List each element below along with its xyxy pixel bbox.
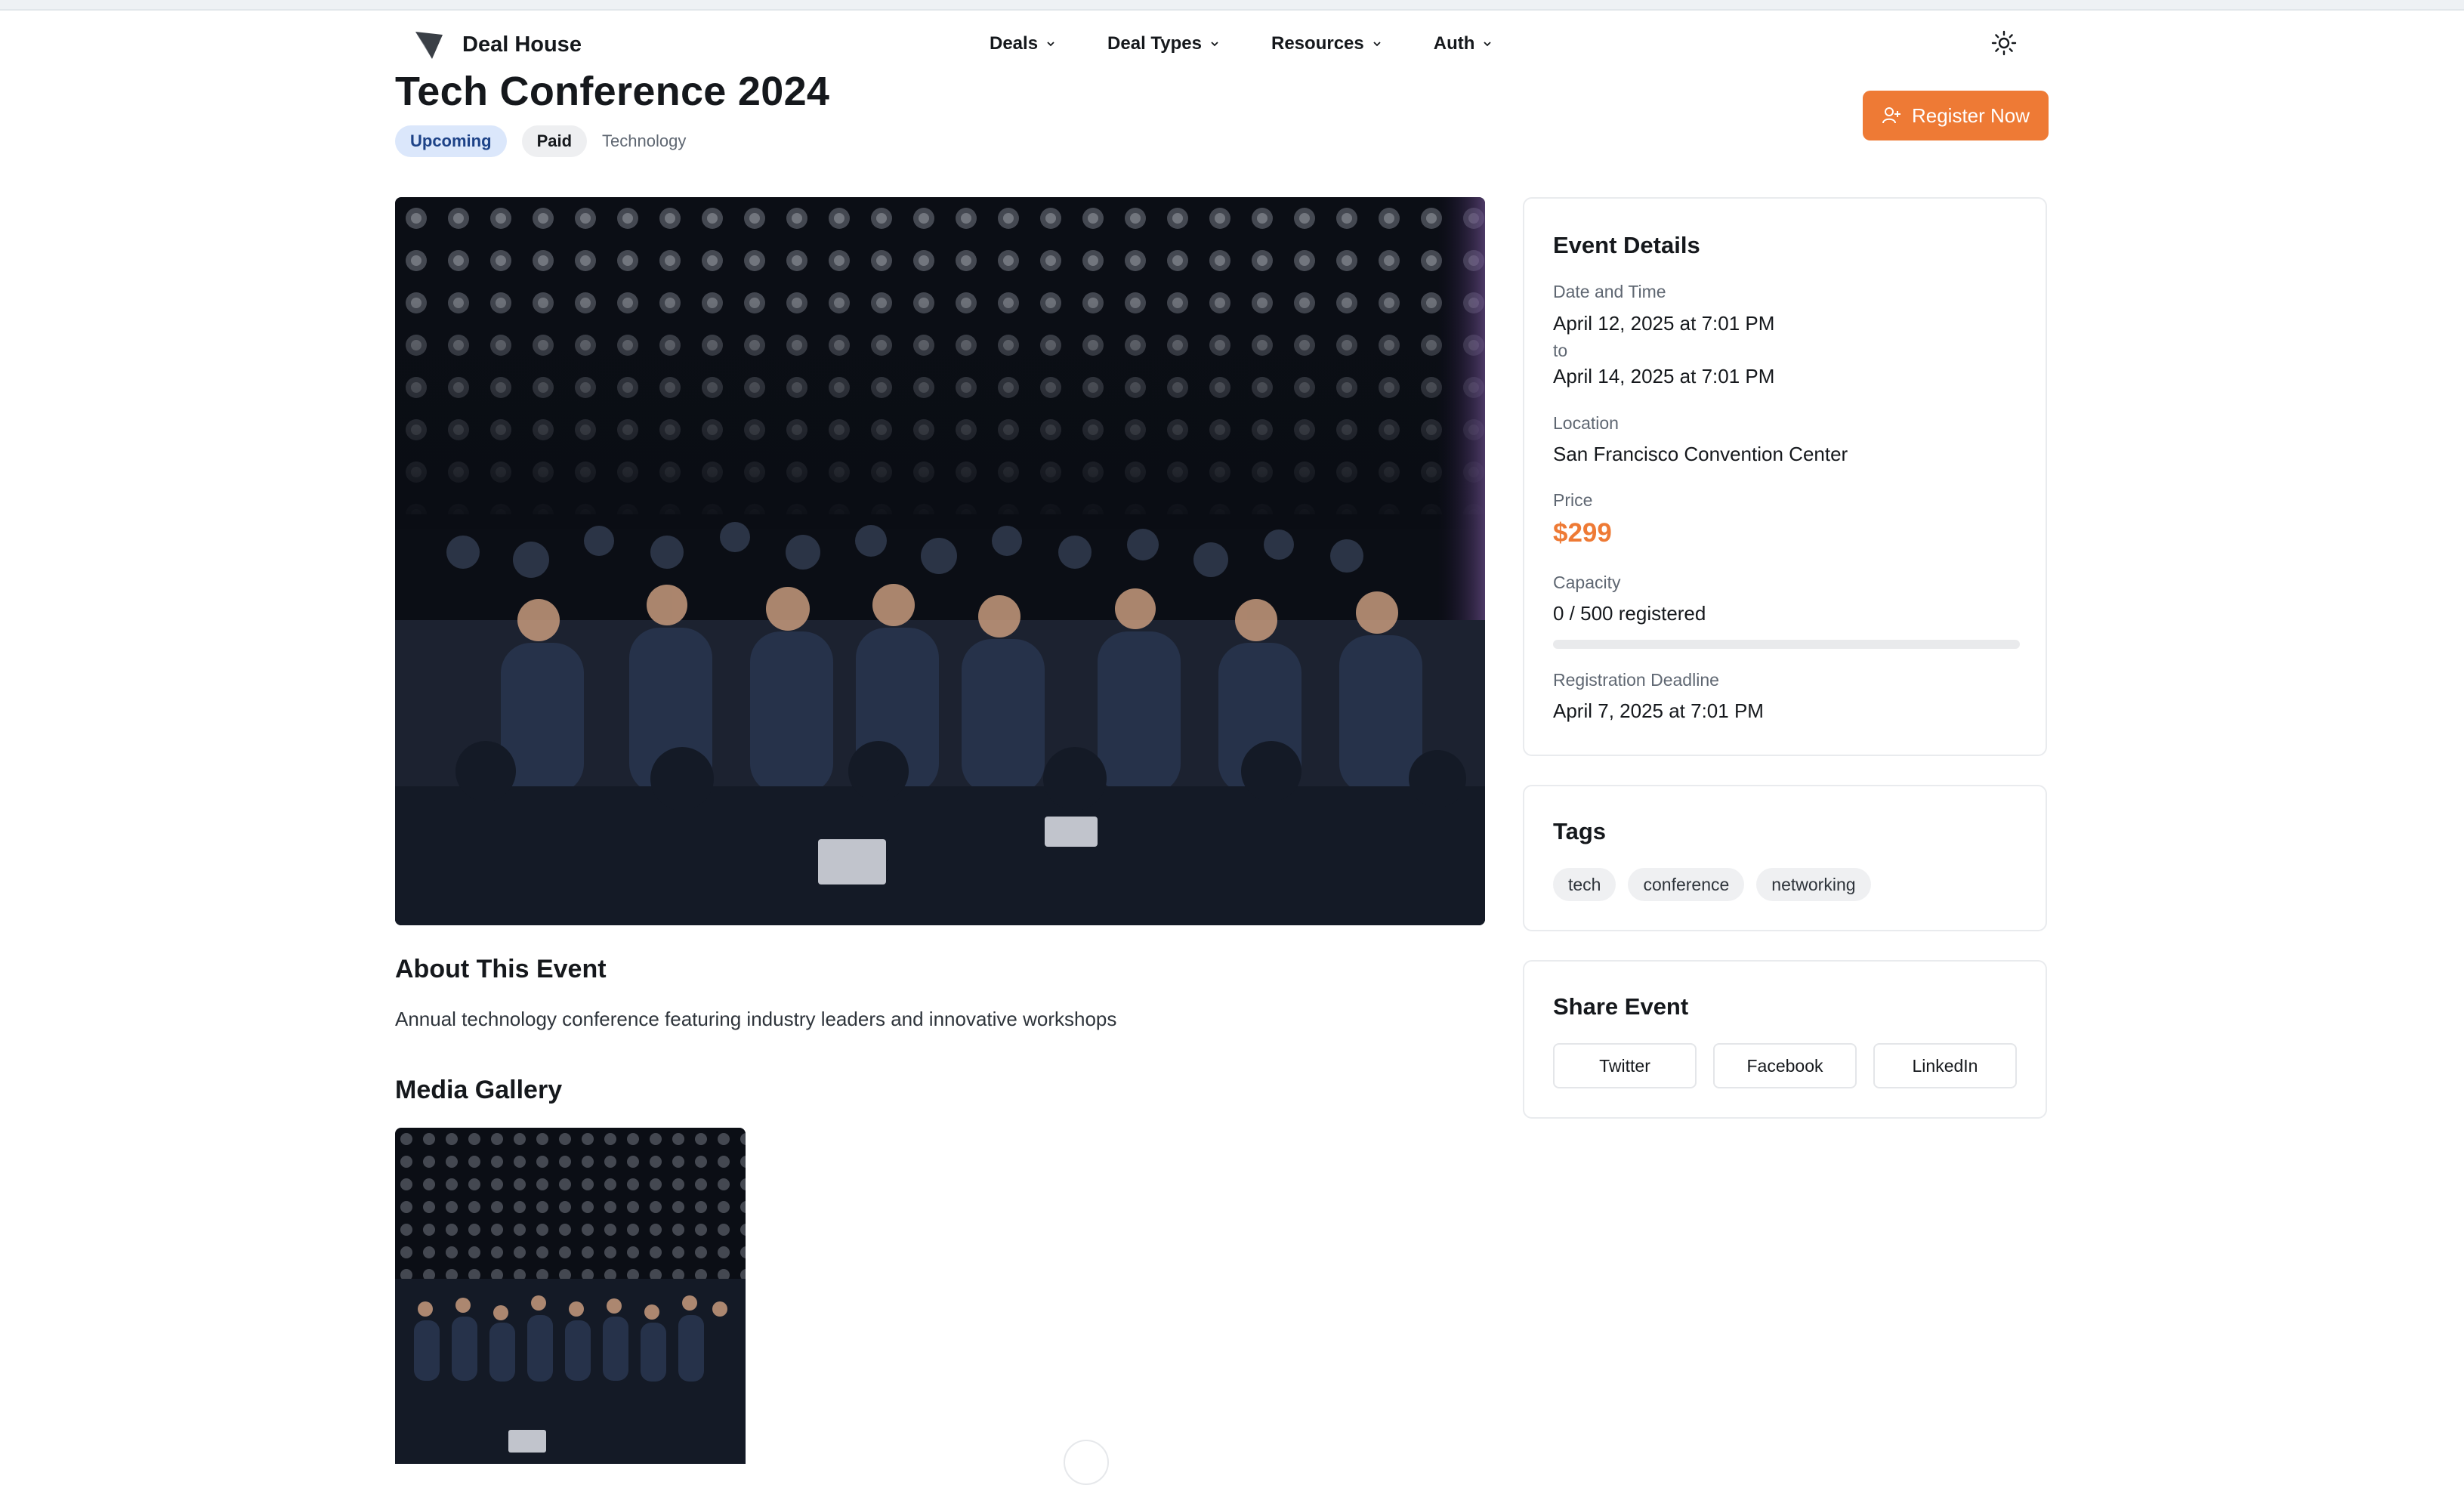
capacity-label: Capacity <box>1553 573 1621 592</box>
gallery-heading: Media Gallery <box>395 1076 563 1104</box>
pricing-badge: Paid <box>521 125 588 157</box>
tag-chip[interactable]: conference <box>1628 868 1745 901</box>
gallery-thumbnail[interactable] <box>395 1128 746 1464</box>
about-heading: About This Event <box>395 955 607 983</box>
nav-item-label: Auth <box>1433 33 1475 54</box>
event-hero-image <box>395 197 1485 925</box>
capacity-value: 0 / 500 registered <box>1553 602 1706 625</box>
nav-item-deal-types[interactable]: Deal Types <box>1107 33 1220 54</box>
nav-item-label: Deals <box>990 33 1039 54</box>
page-title: Tech Conference 2024 <box>395 69 830 114</box>
chevron-down-icon <box>1047 42 1054 47</box>
nav-item-label: Deal Types <box>1107 33 1202 54</box>
tag-list: tech conference networking <box>1553 868 1871 901</box>
browser-top-strip <box>0 0 2464 11</box>
nav-item-label: Resources <box>1271 33 1364 54</box>
tag-chip[interactable]: tech <box>1553 868 1616 901</box>
tags-heading: Tags <box>1553 818 1607 844</box>
event-details-heading: Event Details <box>1553 232 1700 258</box>
event-badges: Upcoming Paid Technology <box>395 125 686 157</box>
deadline-value: April 7, 2025 at 7:01 PM <box>1553 699 1764 722</box>
brand-name: Deal House <box>462 32 582 57</box>
date-to-label: to <box>1553 341 1568 360</box>
nav-item-auth[interactable]: Auth <box>1434 33 1493 54</box>
start-datetime: April 12, 2025 at 7:01 PM <box>1553 312 1775 335</box>
price-value: $299 <box>1553 518 1612 548</box>
deadline-label: Registration Deadline <box>1553 670 1719 690</box>
chevron-down-icon <box>1373 42 1381 47</box>
end-datetime: April 14, 2025 at 7:01 PM <box>1553 365 1775 387</box>
chevron-down-icon <box>1484 42 1492 47</box>
logo-icon <box>415 32 443 59</box>
share-twitter-button[interactable]: Twitter <box>1553 1043 1697 1088</box>
site-header: Deal House Deals Deal Types Resources Au… <box>0 11 2464 79</box>
tag-chip[interactable]: networking <box>1756 868 1871 901</box>
conference-audience-photo <box>395 197 1485 925</box>
nav-item-deals[interactable]: Deals <box>990 33 1056 54</box>
register-button-label: Register Now <box>1911 103 2030 127</box>
price-label: Price <box>1553 490 1593 510</box>
chevron-down-icon <box>1211 42 1218 47</box>
date-label: Date and Time <box>1553 282 1666 301</box>
status-badge: Upcoming <box>395 125 507 157</box>
event-details-card: Event Details Date and Time April 12, 20… <box>1523 197 2047 756</box>
capacity-progress-bar <box>1553 640 2020 649</box>
location-label: Location <box>1553 413 1619 433</box>
sun-icon[interactable] <box>1991 30 2017 56</box>
brand-logo[interactable]: Deal House <box>414 29 582 60</box>
share-heading: Share Event <box>1553 993 1689 1020</box>
share-buttons: Twitter Facebook LinkedIn <box>1553 1043 2017 1088</box>
share-facebook-button[interactable]: Facebook <box>1713 1043 1857 1088</box>
tags-card: Tags tech conference networking <box>1523 785 2047 931</box>
register-now-button[interactable]: Register Now <box>1863 91 2049 140</box>
conference-audience-photo <box>395 1128 746 1464</box>
main-nav: Deals Deal Types Resources Auth <box>990 33 1493 54</box>
user-plus-icon <box>1882 107 1900 124</box>
category-label: Technology <box>602 131 687 150</box>
floating-action-icon[interactable] <box>1064 1440 1109 1485</box>
nav-item-resources[interactable]: Resources <box>1271 33 1382 54</box>
location-value: San Francisco Convention Center <box>1553 443 1848 465</box>
event-description: Annual technology conference featuring i… <box>395 1008 1117 1030</box>
share-linkedin-button[interactable]: LinkedIn <box>1873 1043 2017 1088</box>
share-event-card: Share Event Twitter Facebook LinkedIn <box>1523 960 2047 1119</box>
